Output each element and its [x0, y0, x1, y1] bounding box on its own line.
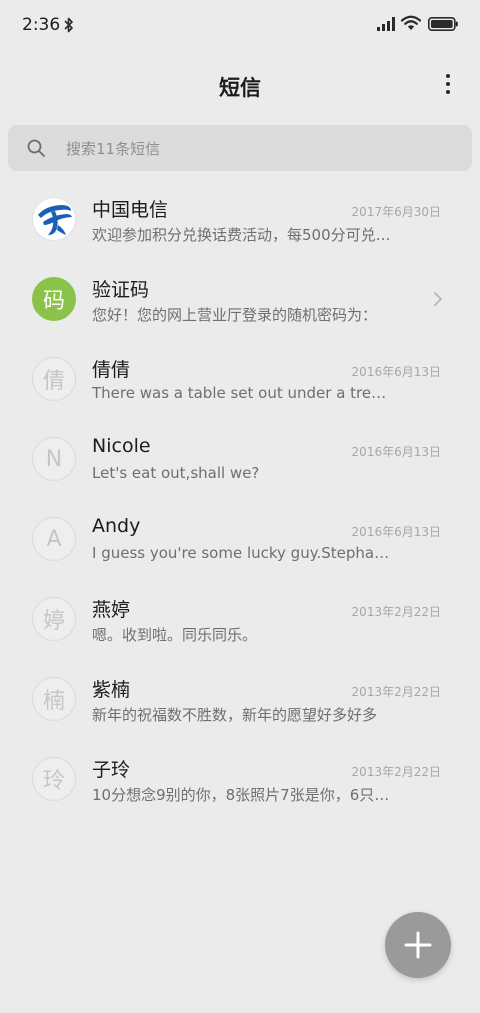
message-date: 2016年6月13日	[351, 525, 441, 539]
status-time: 2:36	[22, 15, 61, 35]
message-preview: 欢迎参加积分兑换话费活动，每500分可兑换话费	[92, 226, 392, 244]
china-telecom-logo-icon	[32, 197, 76, 241]
avatar: 码	[32, 277, 76, 321]
contact-name: 倩倩	[92, 359, 131, 381]
message-date: 2013年2月22日	[351, 605, 441, 619]
message-preview: 嗯。收到啦。同乐同乐。	[92, 626, 258, 644]
conversation-row[interactable]: 倩 倩倩 2016年6月13日 There was a table set ou…	[0, 338, 480, 418]
search-bar[interactable]	[8, 125, 472, 173]
signal-icon	[377, 17, 395, 31]
status-bar: 2:36	[0, 0, 480, 52]
conversation-row[interactable]: 玲 子玲 2013年2月22日 10分想念9别的你，8张照片7张是你，6只手机	[0, 738, 480, 818]
contact-name: 子玲	[92, 759, 131, 781]
message-preview: There was a table set out under a tree i…	[92, 384, 392, 402]
search-input[interactable]	[64, 125, 448, 173]
conversation-row[interactable]: 中国电信 2017年6月30日 欢迎参加积分兑换话费活动，每500分可兑换话费	[0, 178, 480, 258]
new-message-button[interactable]	[385, 912, 451, 978]
more-vertical-icon	[446, 74, 450, 78]
conversation-row[interactable]: 婷 燕婷 2013年2月22日 嗯。收到啦。同乐同乐。	[0, 578, 480, 658]
avatar: A	[32, 517, 76, 561]
conversation-row[interactable]: N Nicole 2016年6月13日 Let's eat out,shall …	[0, 418, 480, 498]
message-preview: 10分想念9别的你，8张照片7张是你，6只手机	[92, 786, 392, 804]
message-date: 2013年2月22日	[351, 685, 441, 699]
conversation-row[interactable]: 楠 紫楠 2013年2月22日 新年的祝福数不胜数，新年的愿望好多好多	[0, 658, 480, 738]
contact-name: 中国电信	[92, 199, 169, 221]
wifi-icon	[401, 15, 421, 30]
message-preview: 您好！您的网上营业厅登录的随机密码为：	[92, 306, 378, 324]
message-date: 2016年6月13日	[351, 445, 441, 459]
message-preview: 新年的祝福数不胜数，新年的愿望好多好多	[92, 706, 378, 724]
avatar: 楠	[32, 677, 76, 721]
page-title: 短信	[219, 76, 261, 100]
app-bar: 短信	[0, 60, 480, 116]
contact-name: Andy	[92, 515, 141, 537]
bluetooth-icon	[64, 17, 73, 33]
chevron-right-icon	[434, 292, 442, 306]
avatar: 婷	[32, 597, 76, 641]
conversation-row[interactable]: 码 验证码 您好！您的网上营业厅登录的随机密码为：	[0, 258, 480, 338]
search-icon	[27, 139, 45, 157]
avatar: 倩	[32, 357, 76, 401]
contact-name: 燕婷	[92, 599, 131, 621]
contact-name: 紫楠	[92, 679, 131, 701]
message-date: 2017年6月30日	[351, 205, 441, 219]
message-date: 2013年2月22日	[351, 765, 441, 779]
conversation-row[interactable]: A Andy 2016年6月13日 I guess you're some lu…	[0, 498, 480, 578]
conversation-list: 中国电信 2017年6月30日 欢迎参加积分兑换话费活动，每500分可兑换话费 …	[0, 178, 480, 818]
message-preview: Let's eat out,shall we?	[92, 464, 260, 482]
contact-name: Nicole	[92, 435, 151, 457]
contact-name: 验证码	[92, 279, 150, 301]
avatar: N	[32, 437, 76, 481]
avatar: 玲	[32, 757, 76, 801]
battery-icon	[428, 17, 458, 31]
plus-icon	[404, 931, 432, 959]
more-options-button[interactable]	[444, 74, 452, 98]
message-date: 2016年6月13日	[351, 365, 441, 379]
message-preview: I guess you're some lucky guy.Stephanie	[92, 544, 392, 562]
